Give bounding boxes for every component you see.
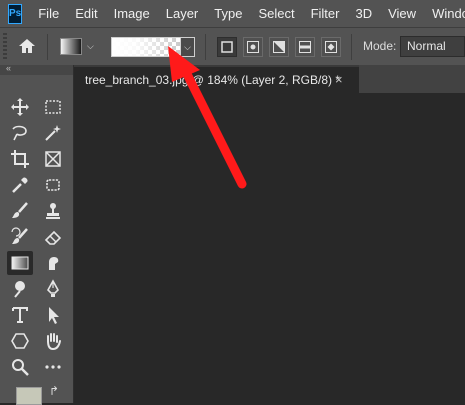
tools-panel-header[interactable]: « [0,63,73,75]
clone-stamp-icon[interactable] [40,199,66,223]
menu-file[interactable]: File [30,0,67,27]
menu-layer[interactable]: Layer [158,0,207,27]
path-selection-icon[interactable] [40,303,66,327]
menu-edit[interactable]: Edit [67,0,105,27]
document-tab-title[interactable]: tree_branch_03.jpg @ 184% (Layer 2, RGB/… [85,73,340,87]
eraser-icon[interactable] [40,225,66,249]
lasso-tool-icon[interactable] [7,121,33,145]
options-bar: ⌵ ⌵ Mode: Normal [0,27,465,65]
move-tool-icon[interactable] [7,95,33,119]
separator [205,34,206,60]
separator [47,34,48,60]
angle-gradient-icon [273,41,285,53]
options-bar-grip[interactable] [3,33,7,59]
menu-view[interactable]: View [380,0,424,27]
linear-gradient-button[interactable] [217,37,237,57]
crop-tool-icon[interactable] [7,147,33,171]
foreground-color-swatch[interactable] [16,387,42,405]
menu-filter[interactable]: Filter [303,0,348,27]
pen-tool-icon[interactable] [40,277,66,301]
hand-tool-icon[interactable] [40,329,66,353]
type-tool-icon[interactable] [7,303,33,327]
shape-tool-icon[interactable] [7,329,33,353]
home-icon[interactable] [16,36,38,56]
eyedropper-icon[interactable] [7,173,33,197]
brush-tool-icon[interactable] [7,199,33,223]
radial-gradient-icon [247,41,259,53]
radial-gradient-button[interactable] [243,37,263,57]
document-tab[interactable]: tree_branch_03.jpg @ 184% (Layer 2, RGB/… [74,65,359,93]
document-tab-strip: tree_branch_03.jpg @ 184% (Layer 2, RGB/… [74,65,465,93]
collapse-icon[interactable]: « [6,63,11,73]
frame-tool-icon[interactable] [40,147,66,171]
menu-type[interactable]: Type [206,0,250,27]
magic-wand-icon[interactable] [40,121,66,145]
menu-window[interactable]: Window [424,0,465,27]
menu-bar: Ps File Edit Image Layer Type Select Fil… [0,0,465,27]
menu-3d[interactable]: 3D [347,0,380,27]
separator [351,34,352,60]
patch-tool-icon[interactable] [40,173,66,197]
photoshop-logo[interactable]: Ps [8,3,23,24]
chevron-down-icon[interactable]: ⌵ [87,41,94,52]
smudge-tool-icon[interactable] [40,251,66,275]
swap-colors-icon[interactable]: ↱ [49,384,59,398]
dodge-tool-icon[interactable] [7,277,33,301]
document-canvas[interactable] [74,93,465,403]
more-tools-icon[interactable] [40,355,66,379]
history-brush-icon[interactable] [7,225,33,249]
menu-select[interactable]: Select [250,0,302,27]
gradient-tool-icon[interactable] [7,251,33,275]
menu-image[interactable]: Image [106,0,158,27]
gradient-preview[interactable] [111,37,181,57]
tools-panel: « ↱ [0,63,74,405]
blend-mode-select[interactable]: Normal [400,36,465,57]
reflected-gradient-icon [299,41,311,53]
marquee-tool-icon[interactable] [40,95,66,119]
diamond-gradient-button[interactable] [321,37,341,57]
mode-label: Mode: [363,39,397,53]
zoom-tool-icon[interactable] [7,355,33,379]
tool-preset-picker[interactable] [60,38,82,55]
gradient-dropdown-button[interactable]: ⌵ [181,37,195,57]
close-icon[interactable]: × [335,72,343,87]
angle-gradient-button[interactable] [269,37,289,57]
diamond-gradient-icon [325,41,337,53]
reflected-gradient-button[interactable] [295,37,315,57]
linear-gradient-icon [221,41,233,53]
